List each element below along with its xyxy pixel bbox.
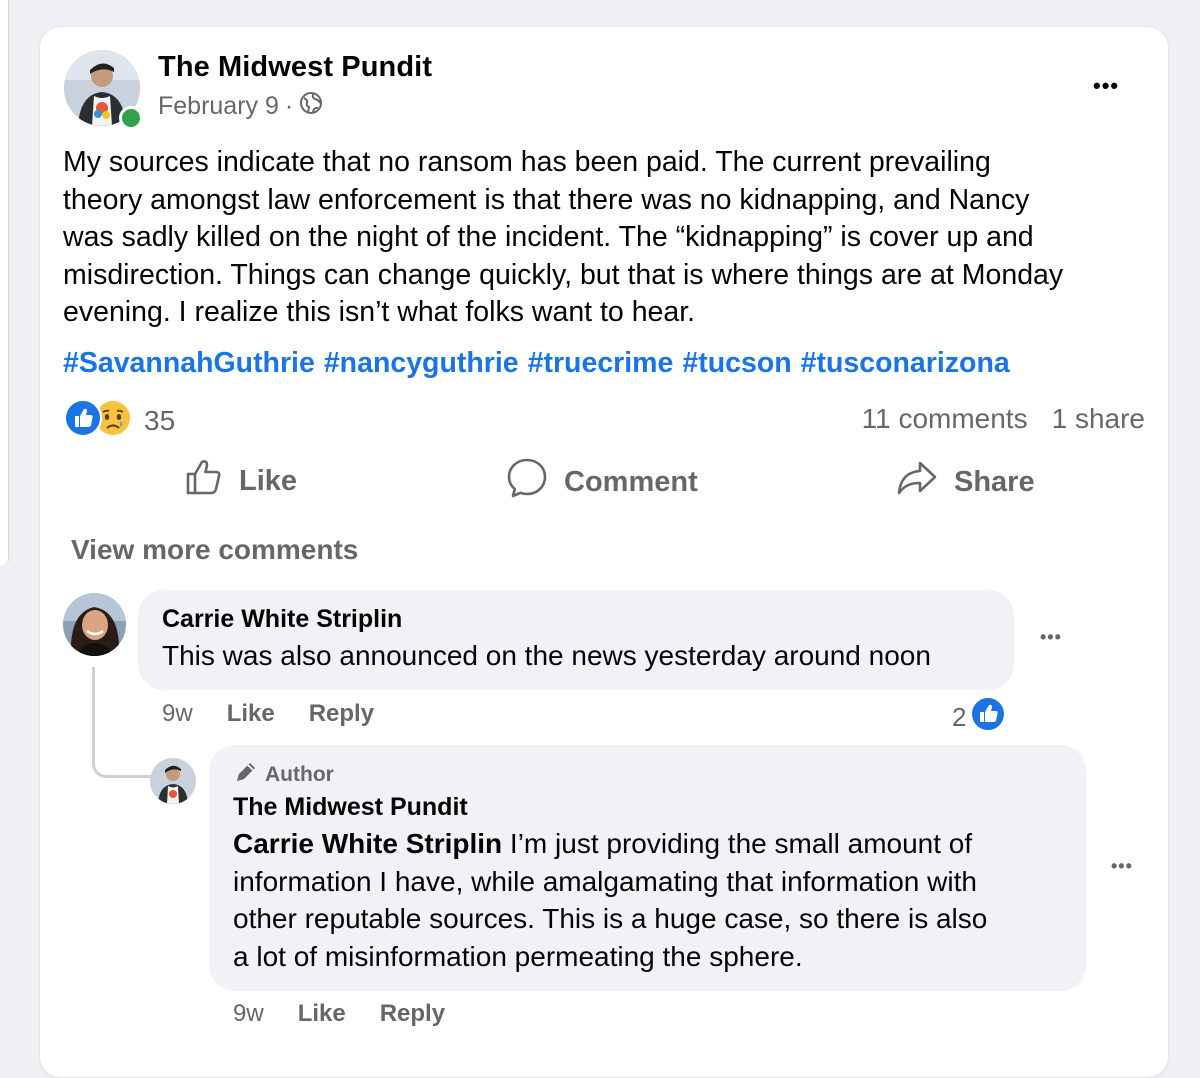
post-text-line: evening. I realize this isn’t what folks… — [63, 296, 696, 328]
share-button-label: Share — [954, 465, 1035, 498]
post-card: The Midwest Pundit February 9 · ••• My s… — [39, 26, 1169, 1078]
post-more-options-button[interactable]: ••• — [1093, 73, 1119, 99]
reply-text-first: I’m just providing the small amount of — [502, 828, 973, 859]
meta-separator: · — [284, 92, 294, 120]
share-button[interactable]: Share — [896, 457, 1035, 507]
post-stats: 11 comments 1 share — [862, 403, 1145, 435]
comment-icon — [506, 457, 548, 507]
comment-text: This was also announced on the news yest… — [162, 640, 931, 671]
reply-text-line: information I have, while amalgamating t… — [233, 865, 977, 897]
comment-meta: 9w Like Reply — [162, 700, 374, 728]
comment-button-label: Comment — [564, 465, 698, 498]
online-status-indicator — [119, 106, 143, 130]
post-text-line: was sadly killed on the night of the inc… — [63, 221, 1034, 253]
hashtag-link[interactable]: #truecrime — [528, 347, 674, 380]
comment-author-name[interactable]: Carrie White Striplin — [162, 605, 402, 634]
reaction-count: 35 — [144, 404, 176, 436]
post-text-line: misdirection. Things can change quickly,… — [63, 258, 1064, 291]
reply-like-link[interactable]: Like — [298, 1000, 346, 1028]
reply-author-avatar[interactable] — [150, 758, 196, 804]
reply-text-line: a lot of misinformation permeating the s… — [233, 940, 803, 972]
like-button[interactable]: Like — [183, 457, 297, 505]
hashtag-link[interactable]: #nancyguthrie — [324, 347, 519, 380]
post-hashtags: #SavannahGuthrie #nancyguthrie #truecrim… — [63, 347, 1010, 380]
post-text-line: My sources indicate that no ransom has b… — [63, 146, 991, 178]
like-icon — [183, 457, 223, 505]
comment-more-options-button[interactable]: ••• — [1040, 627, 1062, 648]
author-badge: Author — [233, 759, 334, 791]
comment-like-count-value: 2 — [952, 702, 967, 732]
post-meta: February 9 · — [158, 91, 323, 122]
reply-meta: 9w Like Reply — [233, 1000, 445, 1028]
comment-bubble: Carrie White Striplin This was also anno… — [138, 590, 1014, 690]
reply-thread-connector — [92, 667, 151, 778]
post-author-name[interactable]: The Midwest Pundit — [158, 51, 432, 84]
post-text-line: theory amongst law enforcement is that t… — [63, 183, 1030, 216]
post-date[interactable]: February 9 — [158, 92, 279, 121]
reply-reply-link[interactable]: Reply — [380, 1000, 445, 1028]
left-panel-edge — [0, 0, 9, 565]
hashtag-link[interactable]: #tusconarizona — [801, 347, 1010, 380]
comment-reply-link[interactable]: Reply — [309, 700, 374, 728]
reply-timestamp[interactable]: 9w — [233, 1000, 264, 1028]
reply-text-line: other reputable sources. This is a huge … — [233, 903, 988, 934]
view-more-comments-link[interactable]: View more comments — [71, 534, 358, 566]
comment-like-link[interactable]: Like — [227, 700, 275, 728]
like-reaction-icon — [64, 399, 102, 442]
reaction-summary[interactable]: 35 — [64, 399, 175, 442]
comment-timestamp[interactable]: 9w — [162, 700, 193, 728]
reply-more-options-button[interactable]: ••• — [1111, 856, 1133, 877]
hashtag-link[interactable]: #SavannahGuthrie — [63, 347, 315, 380]
reply-mention-link[interactable]: Carrie White Striplin — [233, 828, 502, 859]
like-button-label: Like — [239, 464, 298, 497]
reply-bubble: Author The Midwest Pundit Carrie White S… — [209, 745, 1086, 991]
share-icon — [896, 457, 938, 507]
hashtag-link[interactable]: #tucson — [682, 347, 791, 380]
globe-icon — [299, 91, 323, 122]
pen-icon — [233, 759, 259, 791]
shares-count-link[interactable]: 1 share — [1052, 403, 1145, 435]
like-reaction-icon — [970, 696, 1007, 739]
reply-text-line: Carrie White Striplin I’m just providing… — [233, 825, 1073, 863]
post-body: My sources indicate that no ransom has b… — [63, 144, 1153, 332]
comment-like-count[interactable]: 2 — [952, 696, 1007, 739]
reply-text: Carrie White Striplin I’m just providing… — [233, 825, 1073, 975]
author-badge-label: Author — [265, 763, 334, 786]
reply-author-name[interactable]: The Midwest Pundit — [233, 793, 468, 822]
comments-count-link[interactable]: 11 comments — [862, 403, 1028, 435]
commenter-avatar[interactable] — [63, 593, 126, 656]
comment-button[interactable]: Comment — [506, 457, 698, 507]
